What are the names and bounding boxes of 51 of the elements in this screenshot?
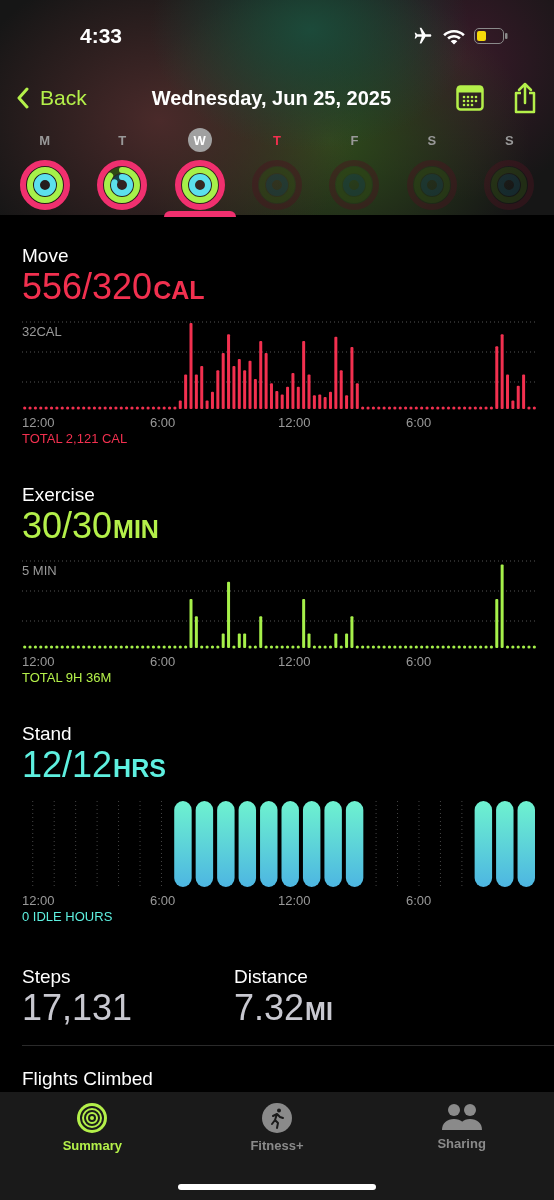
metric-value: 30/30MIN <box>22 506 160 548</box>
axis-label: 12:00 <box>22 415 56 431</box>
tab-bar-item[interactable]: Sharing <box>401 1102 522 1151</box>
activity-rings-icon[interactable] <box>172 158 227 212</box>
axis-label: 6:00 <box>150 654 177 670</box>
axis-label: 6:00 <box>406 893 433 909</box>
people-icon <box>440 1102 483 1132</box>
rings-icon <box>76 1102 109 1134</box>
tab-bar-item[interactable]: Fitness+ <box>217 1102 337 1153</box>
weekday-letter[interactable]: T <box>110 128 135 152</box>
calendar-icon[interactable] <box>456 85 484 111</box>
stat-value: 7.32MI <box>234 988 334 1030</box>
metric-label: Move <box>22 245 70 267</box>
status-time: 4:33 <box>80 24 123 48</box>
battery-icon <box>474 28 508 44</box>
metric-total: 0 IDLE HOURS <box>22 909 114 925</box>
back-button[interactable]: Back <box>16 86 87 110</box>
axis-label: 6:00 <box>406 415 433 431</box>
metric-value: 556/320CAL <box>22 267 206 309</box>
weekday-letter[interactable]: S <box>419 128 444 152</box>
axis-label: 12:00 <box>278 654 312 670</box>
stat-label: Distance <box>234 966 309 988</box>
chevron-left-icon <box>16 87 30 109</box>
metric-label: Stand <box>22 723 73 745</box>
metric-total: TOTAL 2,121 CAL <box>22 431 129 447</box>
stat-label: Steps <box>22 966 72 988</box>
weekday-letter[interactable]: M <box>32 128 57 152</box>
metric-value: 12/12HRS <box>22 745 167 787</box>
axis-label: 6:00 <box>406 654 433 670</box>
axis-label: 12:00 <box>278 415 312 431</box>
stat-label: Flights Climbed <box>22 1068 153 1089</box>
activity-rings-icon[interactable] <box>95 158 150 212</box>
wifi-icon <box>442 27 466 45</box>
weekday-letter[interactable]: T <box>264 128 289 152</box>
airplane-icon <box>412 26 434 46</box>
tab-bar-item[interactable]: Summary <box>32 1102 153 1153</box>
weekday-letter[interactable]: W <box>187 128 212 152</box>
activity-rings-icon[interactable] <box>17 158 72 212</box>
axis-label: 12:00 <box>278 893 312 909</box>
metric-label: Exercise <box>22 484 96 506</box>
weekday-letter[interactable]: S <box>497 128 522 152</box>
axis-label: 6:00 <box>150 893 177 909</box>
axis-label: 6:00 <box>150 415 177 431</box>
metric-total: TOTAL 9H 36M <box>22 670 113 686</box>
share-icon[interactable] <box>512 82 538 114</box>
stat-value: 17,131 <box>22 988 134 1028</box>
weekday-letter[interactable]: F <box>342 128 367 152</box>
axis-label: 12:00 <box>22 654 56 670</box>
date-title: Wednesday, Jun 25, 2025 <box>150 86 393 110</box>
axis-label: 12:00 <box>22 893 56 909</box>
running-figure-icon <box>261 1102 293 1134</box>
